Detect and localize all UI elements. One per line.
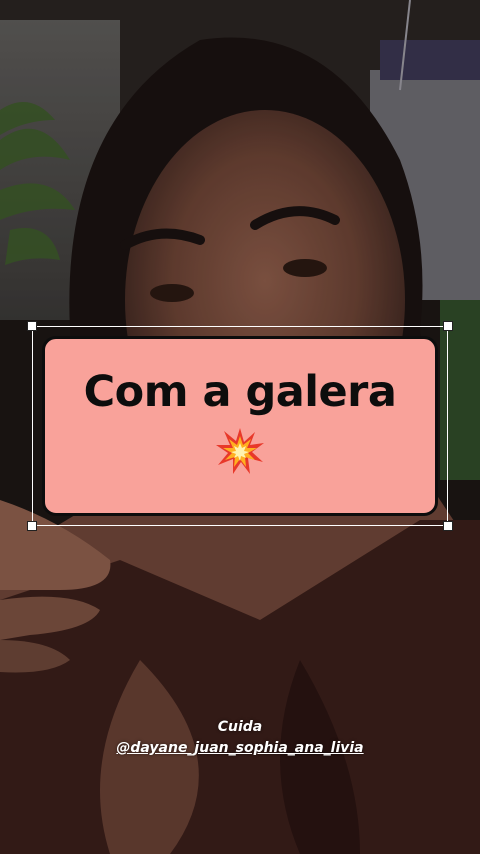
collision-emoji-icon: [216, 428, 264, 475]
text-sticker[interactable]: Com a galera: [42, 336, 438, 516]
mention-link[interactable]: @dayane_juan_sophia_ana_livia: [116, 738, 363, 759]
resize-handle-bottom-right[interactable]: [443, 521, 453, 531]
resize-handle-top-left[interactable]: [27, 321, 37, 331]
resize-handle-top-right[interactable]: [443, 321, 453, 331]
caption-title: Cuida: [217, 719, 263, 735]
story-canvas[interactable]: Com a galera Cuida @dayane_juan_sophia_a…: [0, 0, 480, 854]
resize-handle-bottom-left[interactable]: [27, 521, 37, 531]
sticker-text: Com a galera: [83, 367, 397, 417]
story-caption: Cuida @dayane_juan_sophia_ana_livia: [0, 717, 480, 759]
